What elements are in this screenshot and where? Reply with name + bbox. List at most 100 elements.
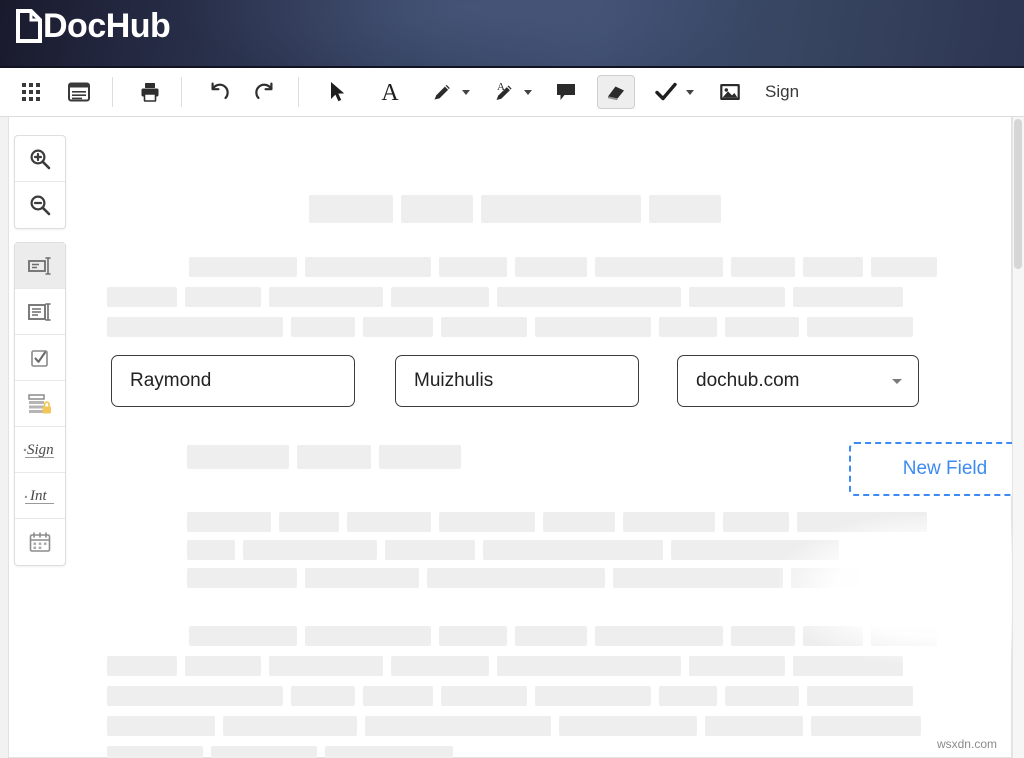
- highlight-tool-caret[interactable]: [519, 75, 537, 109]
- signature-field-tool[interactable]: Sign: [15, 427, 65, 473]
- text-placeholder-bar: [871, 257, 937, 277]
- text-placeholder-bar: [659, 686, 717, 706]
- image-tool-button[interactable]: [711, 75, 749, 109]
- text-placeholder-bar: [797, 512, 927, 532]
- sign-button[interactable]: Sign: [759, 78, 805, 106]
- text-placeholder-bar: [305, 568, 419, 588]
- checkmark-icon: [655, 82, 677, 102]
- check-tool-caret[interactable]: [681, 75, 699, 109]
- pages-panel-button[interactable]: [60, 75, 98, 109]
- document-workspace: Raymond Muizhulis dochub.com New Field wsxd…: [0, 117, 1024, 758]
- redo-icon: [254, 81, 276, 103]
- lock-field-icon: [27, 392, 53, 416]
- chevron-down-icon: [462, 89, 470, 95]
- text-placeholder-bar: [211, 746, 317, 758]
- comment-tool-button[interactable]: [547, 75, 585, 109]
- draw-tool-button[interactable]: [423, 75, 461, 109]
- text-placeholder-bar: [107, 716, 215, 736]
- undo-button[interactable]: [200, 75, 238, 109]
- text-placeholder-bar: [613, 568, 783, 588]
- text-placeholder-bar: [515, 626, 587, 646]
- dropdown-field-tool[interactable]: [15, 289, 65, 335]
- field-value: dochub.com: [696, 370, 800, 391]
- text-placeholder-bar: [187, 445, 289, 469]
- check-tool-button[interactable]: [647, 75, 685, 109]
- new-field-placeholder[interactable]: New Field: [849, 442, 1024, 496]
- text-placeholder-bar: [427, 568, 605, 588]
- text-placeholder-bar: [497, 656, 681, 676]
- text-placeholder-bar: [107, 686, 283, 706]
- text-placeholder-bar: [363, 317, 433, 337]
- zoom-in-button[interactable]: [15, 136, 65, 182]
- text-placeholder-bar: [439, 512, 535, 532]
- magnifier-plus-icon: [29, 148, 51, 170]
- document-page-icon: [16, 9, 42, 43]
- eraser-icon: [604, 82, 628, 102]
- chevron-down-icon[interactable]: [892, 379, 902, 384]
- dochub-editor-window: DocHub A A Sign Raymond Muizhulis dochub…: [0, 0, 1024, 758]
- apps-grid-button[interactable]: [12, 75, 50, 109]
- watermark-label: wsxdn.com: [936, 737, 997, 751]
- text-placeholder-bar: [279, 512, 339, 532]
- secure-field-tool[interactable]: [15, 381, 65, 427]
- text-placeholder-bar: [659, 317, 717, 337]
- text-placeholder-bar: [803, 257, 863, 277]
- toolbar-group-print: [131, 68, 169, 117]
- new-field-label: New Field: [902, 458, 988, 479]
- app-logo[interactable]: DocHub: [16, 7, 171, 45]
- website-field[interactable]: dochub.com: [677, 355, 919, 407]
- document-content-placeholder: [9, 117, 1013, 758]
- scrollbar-thumb[interactable]: [1014, 119, 1022, 269]
- undo-icon: [208, 81, 230, 103]
- zoom-out-button[interactable]: [15, 182, 65, 228]
- svg-text:Int: Int: [29, 488, 47, 504]
- app-brand-name: DocHub: [43, 7, 171, 45]
- toolbar-divider: [112, 77, 113, 107]
- select-tool-button[interactable]: [319, 75, 357, 109]
- zoom-tool-palette: [14, 135, 66, 229]
- image-icon: [719, 82, 741, 102]
- text-placeholder-bar: [189, 257, 297, 277]
- toolbar-divider: [181, 77, 182, 107]
- magnifier-minus-icon: [29, 194, 51, 216]
- text-placeholder-bar: [705, 716, 803, 736]
- text-placeholder-bar: [803, 626, 863, 646]
- highlight-tool-button[interactable]: A: [485, 75, 523, 109]
- draw-tool-caret[interactable]: [457, 75, 475, 109]
- calendar-icon: [28, 530, 52, 554]
- page-list-icon: [68, 82, 90, 102]
- text-placeholder-bar: [441, 317, 527, 337]
- text-placeholder-bar: [535, 686, 651, 706]
- toolbar-divider: [298, 77, 299, 107]
- text-placeholder-bar: [807, 686, 913, 706]
- field-value: Raymond: [130, 370, 212, 391]
- text-placeholder-bar: [107, 746, 203, 758]
- text-placeholder-bar: [481, 195, 641, 223]
- eraser-tool-button[interactable]: [597, 75, 635, 109]
- text-placeholder-bar: [791, 568, 859, 588]
- text-placeholder-bar: [187, 512, 271, 532]
- text-placeholder-bar: [595, 626, 723, 646]
- text-placeholder-bar: [187, 568, 297, 588]
- checkbox-field-tool[interactable]: [15, 335, 65, 381]
- text-placeholder-bar: [107, 317, 283, 337]
- last-name-field[interactable]: Muizhulis: [395, 355, 639, 407]
- vertical-scrollbar[interactable]: [1012, 117, 1024, 758]
- text-field-tool[interactable]: [15, 243, 65, 289]
- text-placeholder-bar: [811, 716, 921, 736]
- text-placeholder-bar: [807, 317, 913, 337]
- date-field-tool[interactable]: [15, 519, 65, 565]
- text-placeholder-bar: [107, 656, 177, 676]
- initials-icon: Int: [23, 485, 57, 507]
- svg-text:Sign: Sign: [27, 442, 54, 458]
- text-placeholder-bar: [793, 656, 903, 676]
- initials-field-tool[interactable]: Int: [15, 473, 65, 519]
- text-placeholder-bar: [325, 746, 453, 758]
- text-placeholder-bar: [269, 656, 383, 676]
- text-placeholder-bar: [689, 656, 785, 676]
- toolbar-group-history: [200, 68, 284, 117]
- redo-button[interactable]: [246, 75, 284, 109]
- first-name-field[interactable]: Raymond: [111, 355, 355, 407]
- text-tool-button[interactable]: A: [371, 75, 409, 109]
- print-button[interactable]: [131, 75, 169, 109]
